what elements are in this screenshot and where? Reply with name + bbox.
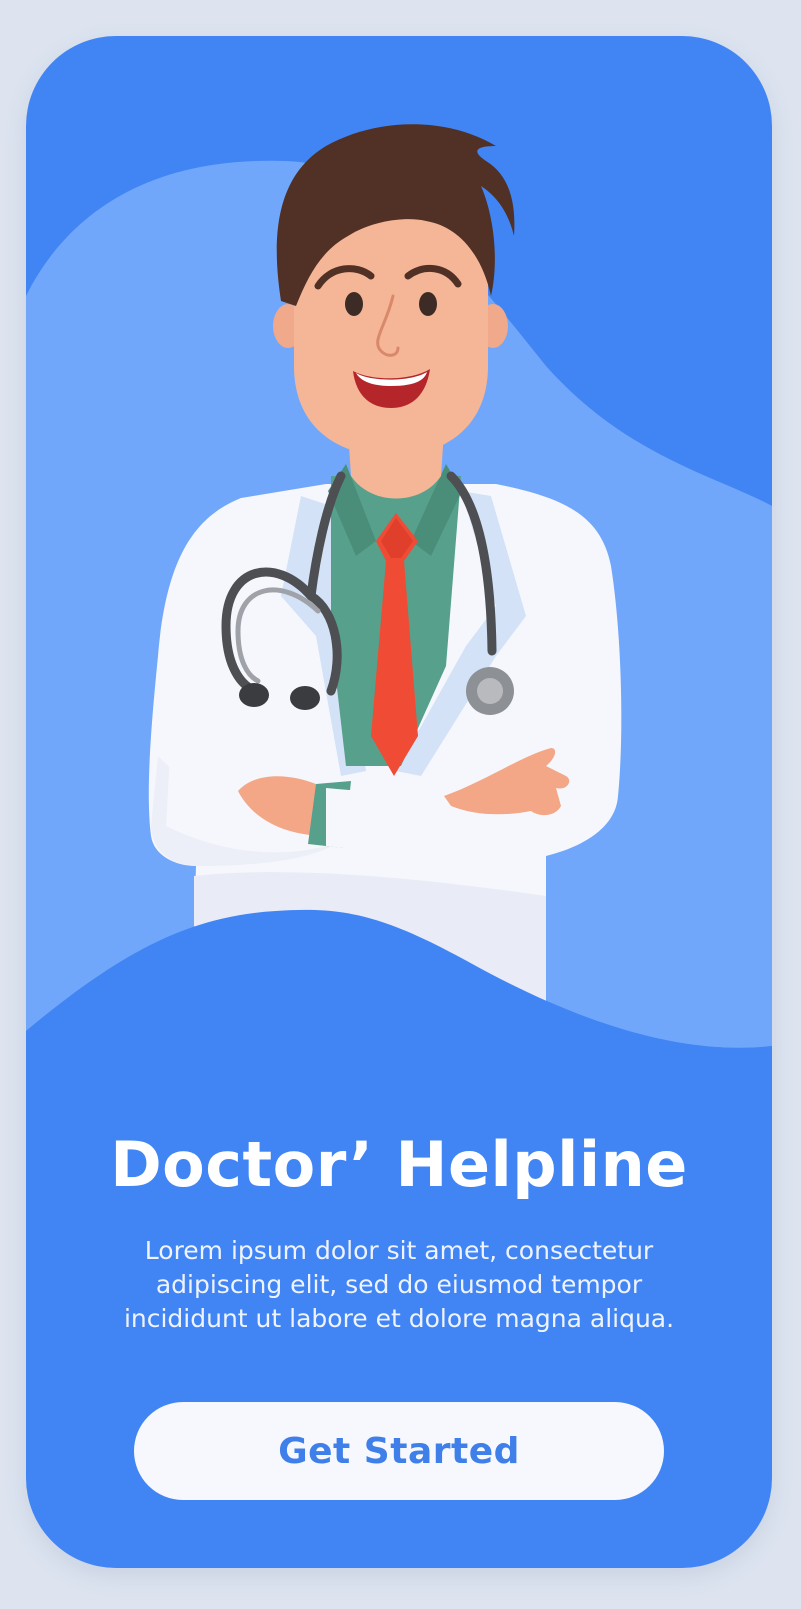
- stethoscope-chestpiece-inner: [477, 678, 503, 704]
- stethoscope-earpiece-left: [239, 683, 269, 707]
- right-eye: [419, 292, 437, 316]
- stethoscope-earpiece-right: [290, 686, 320, 710]
- doctor-illustration: [26, 124, 772, 1116]
- onboarding-card: Doctor’ Helpline Lorem ipsum dolor sit a…: [26, 36, 772, 1568]
- description-text: Lorem ipsum dolor sit amet, consectetur …: [123, 1236, 675, 1333]
- get-started-button[interactable]: Get Started: [134, 1402, 664, 1500]
- page-title: Doctor’ Helpline: [110, 1128, 688, 1201]
- left-eye: [345, 292, 363, 316]
